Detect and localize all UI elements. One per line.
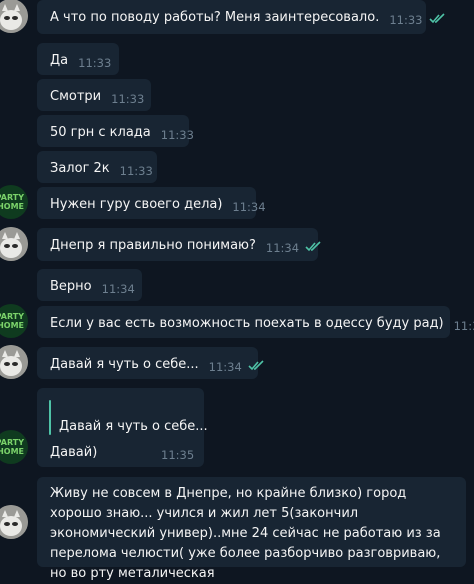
message-text: Залог 2к <box>50 161 110 176</box>
message-text: А что по поводу работы? Меня заинтересов… <box>50 10 380 25</box>
message-bubble[interactable]: Если у вас есть возможность поехать в од… <box>37 306 474 338</box>
message-bubble[interactable]: Залог 2к 11:33 <box>37 151 157 183</box>
double-check-icon <box>428 12 446 29</box>
message-bubble[interactable]: Давай я чуть о себе... 11:34 <box>37 347 264 379</box>
message-time: 11:35 <box>161 448 195 462</box>
message-time: 11:33 <box>119 164 153 178</box>
message-time: 11:34 <box>101 282 135 296</box>
message-text: Нужен гуру своего дела) <box>50 197 223 212</box>
party-logo-line2: HOME <box>0 202 24 211</box>
party-logo-line2: HOME <box>0 447 24 456</box>
reply-quote-text[interactable]: Давай я чуть о себе... <box>59 418 208 435</box>
avatar-party-home[interactable]: PARTY HOME <box>0 430 28 464</box>
avatar-party-home[interactable]: PARTY HOME <box>0 304 28 338</box>
message-bubble[interactable]: Живу не совсем в Днепре, но крайне близк… <box>37 477 466 581</box>
message-text: Давай) <box>50 445 98 460</box>
message-bubble[interactable]: Да 11:33 <box>37 43 119 75</box>
message-time: 11:34 <box>265 241 300 255</box>
message-time: 11:34 <box>232 200 266 214</box>
double-check-icon <box>248 359 265 376</box>
message-bubble[interactable]: А что по поводу работы? Меня заинтересов… <box>37 0 445 34</box>
message-time: 11:33 <box>389 13 423 27</box>
message-text: Да <box>50 53 69 68</box>
message-bubble[interactable]: Верно 11:34 <box>37 269 142 301</box>
party-logo-line1: PARTY <box>0 312 24 321</box>
message-time: 11:34 <box>453 319 474 333</box>
avatar-user[interactable] <box>0 0 28 33</box>
message-time: 11:33 <box>111 92 145 106</box>
message-text: Давай я чуть о себе... <box>50 357 199 372</box>
party-logo-line1: PARTY <box>0 438 24 447</box>
double-check-icon <box>305 240 322 257</box>
message-text: Если у вас есть возможность поехать в од… <box>50 316 444 331</box>
message-bubble[interactable]: Нужен гуру своего дела) 11:34 <box>37 187 266 219</box>
message-bubble[interactable]: 50 грн с клада 11:33 <box>37 115 194 147</box>
avatar-user[interactable] <box>0 227 28 261</box>
message-time: 11:33 <box>160 128 194 142</box>
message-text: 50 грн с клада <box>50 125 151 140</box>
message-bubble[interactable]: Днепр я правильно понимаю? 11:34 <box>37 228 321 261</box>
reply-quote-bar <box>49 400 51 435</box>
message-text: Смотри <box>50 89 102 104</box>
party-logo-line1: PARTY <box>0 193 24 202</box>
message-bubble[interactable]: Давай я чуть о себе... Давай) 11:35 <box>37 388 208 467</box>
message-text: Верно <box>50 279 92 294</box>
party-logo-line2: HOME <box>0 321 24 330</box>
avatar-user[interactable] <box>0 505 28 539</box>
avatar-user[interactable] <box>0 345 28 379</box>
message-time: 11:33 <box>78 56 112 70</box>
message-bubble[interactable]: Смотри 11:33 <box>37 79 151 111</box>
message-text: Живу не совсем в Днепре, но крайне близк… <box>50 486 441 581</box>
avatar-party-home[interactable]: PARTY HOME <box>0 185 28 219</box>
message-time: 11:34 <box>208 360 242 374</box>
message-text: Днепр я правильно понимаю? <box>50 238 256 253</box>
